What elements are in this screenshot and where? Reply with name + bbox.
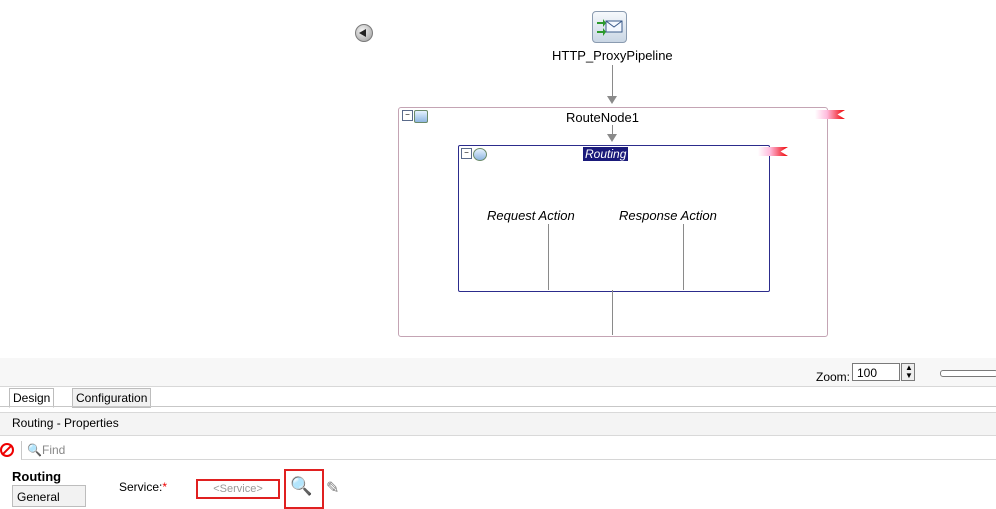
tab-configuration[interactable]: Configuration [72, 388, 152, 408]
zoom-label: Zoom: [816, 370, 851, 384]
pencil-icon[interactable]: ✎ [326, 478, 339, 498]
envelope-pipeline-icon[interactable] [592, 11, 627, 43]
zoom-slider[interactable] [940, 370, 996, 377]
spinner-up-down-icon: ▲▼ [905, 363, 913, 380]
connector-line [612, 290, 613, 335]
connector-line [612, 65, 613, 98]
request-action-label[interactable]: Request Action [487, 208, 575, 223]
stop-icon[interactable] [0, 443, 14, 457]
routing-icon [473, 148, 487, 161]
service-input[interactable]: <Service> [196, 479, 280, 499]
search-icon: 🔍 [27, 443, 42, 457]
service-label-text: Service: [119, 480, 163, 494]
route-node-icon [414, 110, 428, 123]
connector-arrow [607, 134, 617, 142]
properties-header [0, 412, 996, 436]
route-node-label[interactable]: RouteNode1 [566, 110, 639, 125]
routing-node-label[interactable]: Routing [583, 147, 629, 161]
properties-title: Routing - Properties [12, 416, 119, 430]
response-action-line [683, 224, 684, 290]
service-field-label: Service:* [119, 480, 167, 494]
collapse-left-icon[interactable] [355, 24, 373, 42]
connector-arrow [607, 96, 617, 104]
routing-section-title: Routing [12, 469, 62, 484]
zoom-input[interactable]: 100 [852, 363, 900, 381]
tab-general[interactable]: General [12, 485, 86, 507]
routing-collapse-button[interactable]: − [461, 148, 472, 159]
search-icon[interactable]: 🔍 [290, 476, 312, 497]
find-placeholder: Find [42, 443, 66, 457]
request-action-line [548, 224, 549, 290]
pipeline-label[interactable]: HTTP_ProxyPipeline [552, 48, 673, 63]
zoom-spinner[interactable]: ▲▼ [901, 363, 915, 381]
response-action-label[interactable]: Response Action [619, 208, 717, 223]
tab-design[interactable]: Design [9, 388, 55, 408]
tab-divider [0, 406, 996, 407]
find-input[interactable] [21, 441, 996, 460]
required-marker: * [162, 480, 168, 494]
route-node-collapse-button[interactable]: − [402, 110, 413, 121]
